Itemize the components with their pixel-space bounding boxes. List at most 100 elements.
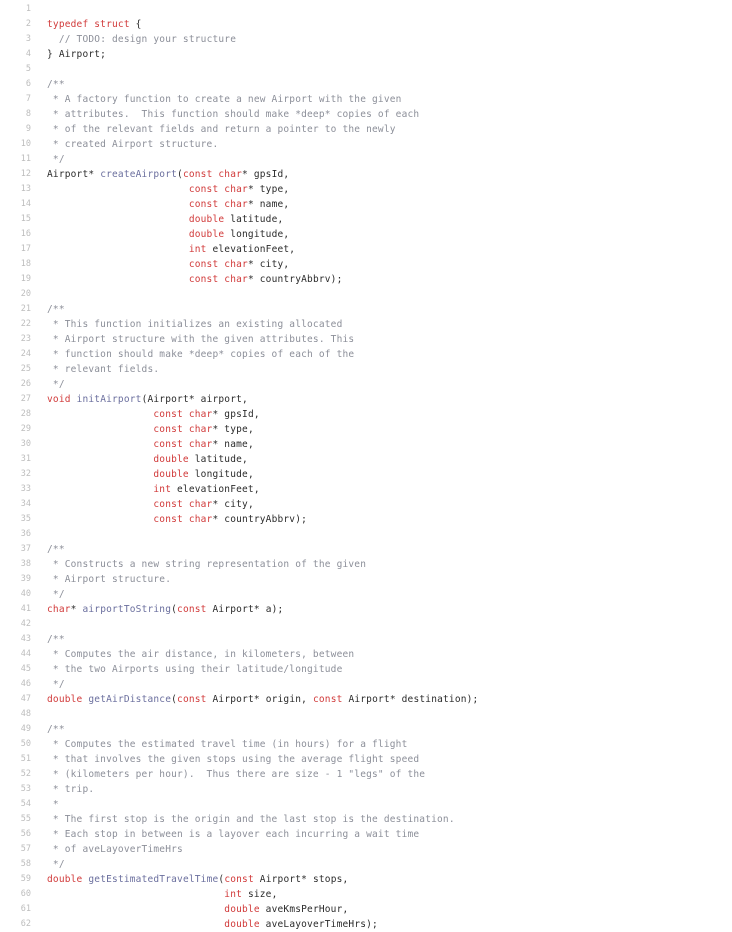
code-line[interactable]: 62 double aveLayoverTimeHrs);: [0, 917, 732, 932]
code-line-content: * Computes the air distance, in kilomete…: [31, 647, 732, 662]
code-line[interactable]: 19 const char* countryAbbrv);: [0, 272, 732, 287]
code-line-content: // TODO: design your structure: [31, 32, 732, 47]
code-line[interactable]: 10 * created Airport structure.: [0, 137, 732, 152]
code-line[interactable]: 47 double getAirDistance(const Airport* o…: [0, 692, 732, 707]
code-line[interactable]: 17 int elevationFeet,: [0, 242, 732, 257]
code-line[interactable]: 21 /**: [0, 302, 732, 317]
code-token-type: int: [153, 484, 172, 495]
code-line[interactable]: 24 * function should make *deep* copies …: [0, 347, 732, 362]
code-viewer[interactable]: 1 2 typedef struct {3 // TODO: design you…: [0, 0, 732, 930]
code-line[interactable]: 12 Airport* createAirport(const char* gps…: [0, 167, 732, 182]
code-token-comment: * Airport structure.: [47, 574, 172, 585]
code-line[interactable]: 4} Airport;: [0, 47, 732, 62]
code-line[interactable]: 5: [0, 62, 732, 77]
line-number: 46: [20, 679, 31, 689]
code-token-type: const: [224, 874, 254, 885]
code-line[interactable]: 23 * Airport structure with the given at…: [0, 332, 732, 347]
line-number: 42: [20, 619, 31, 629]
code-line[interactable]: 35 const char* countryAbbrv);: [0, 512, 732, 527]
code-line[interactable]: 13 const char* type,: [0, 182, 732, 197]
line-number: 33: [20, 484, 31, 494]
code-line[interactable]: 6 /**: [0, 77, 732, 92]
code-line[interactable]: 42: [0, 617, 732, 632]
code-line[interactable]: 20: [0, 287, 732, 302]
code-line[interactable]: 14 const char* name,: [0, 197, 732, 212]
code-line[interactable]: 36: [0, 527, 732, 542]
code-line[interactable]: 18 const char* city,: [0, 257, 732, 272]
code-line-content: * of the relevant fields and return a po…: [31, 122, 732, 137]
code-line[interactable]: 49 /**: [0, 722, 732, 737]
code-line[interactable]: 44 * Computes the air distance, in kilom…: [0, 647, 732, 662]
code-line[interactable]: 48: [0, 707, 732, 722]
code-token-comment: * Computes the air distance, in kilomete…: [47, 649, 355, 660]
code-line[interactable]: 58 */: [0, 857, 732, 872]
code-line[interactable]: 43 /**: [0, 632, 732, 647]
line-number: 43: [20, 634, 31, 644]
code-line-content: } Airport;: [31, 47, 732, 62]
code-token-plain: * gpsId,: [242, 169, 290, 180]
code-line[interactable]: 40 */: [0, 587, 732, 602]
code-line[interactable]: 45 * the two Airports using their latitu…: [0, 662, 732, 677]
code-token-comment: * A factory function to create a new Air…: [47, 94, 402, 105]
line-number: 10: [20, 139, 31, 149]
code-line[interactable]: 8 * attributes. This function should mak…: [0, 107, 732, 122]
code-token-kw: typedef struct: [47, 19, 130, 30]
code-line-content: * attributes. This function should make …: [31, 107, 732, 122]
code-token-plain: * type,: [212, 424, 254, 435]
code-line[interactable]: 27 void initAirport(Airport* airport,: [0, 392, 732, 407]
code-line[interactable]: 32 double longitude,: [0, 467, 732, 482]
code-line[interactable]: 34 const char* city,: [0, 497, 732, 512]
code-line[interactable]: 9 * of the relevant fields and return a …: [0, 122, 732, 137]
code-line[interactable]: 38 * Constructs a new string representat…: [0, 557, 732, 572]
code-line-content: double longitude,: [31, 467, 732, 482]
code-token-type: double: [188, 214, 225, 225]
code-line[interactable]: 22 * This function initializes an existi…: [0, 317, 732, 332]
code-line[interactable]: 29 const char* type,: [0, 422, 732, 437]
code-line[interactable]: 60 int size,: [0, 887, 732, 902]
code-line[interactable]: 56 * Each stop in between is a layover e…: [0, 827, 732, 842]
code-line[interactable]: 15 double latitude,: [0, 212, 732, 227]
code-token-comment: * that involves the given stops using th…: [47, 754, 420, 765]
code-line[interactable]: 57 * of aveLayoverTimeHrs: [0, 842, 732, 857]
code-line-content: * Airport structure with the given attri…: [31, 332, 732, 347]
code-line[interactable]: 41 char* airportToString(const Airport* a…: [0, 602, 732, 617]
code-line[interactable]: 39 * Airport structure.: [0, 572, 732, 587]
code-line[interactable]: 28 const char* gpsId,: [0, 407, 732, 422]
code-line-content: const char* countryAbbrv);: [31, 512, 732, 527]
code-line[interactable]: 11 */: [0, 152, 732, 167]
code-line[interactable]: 26 */: [0, 377, 732, 392]
code-line[interactable]: 16 double longitude,: [0, 227, 732, 242]
code-token-fn: initAirport: [76, 394, 142, 405]
code-line-list: 1 2 typedef struct {3 // TODO: design you…: [0, 2, 732, 932]
code-line[interactable]: 37 /**: [0, 542, 732, 557]
code-line[interactable]: 52 * (kilometers per hour). Thus there a…: [0, 767, 732, 782]
code-line[interactable]: 2 typedef struct {: [0, 17, 732, 32]
code-line[interactable]: 55 * The first stop is the origin and th…: [0, 812, 732, 827]
code-line[interactable]: 33 int elevationFeet,: [0, 482, 732, 497]
code-line-content: * This function initializes an existing …: [31, 317, 732, 332]
code-line[interactable]: 54 *: [0, 797, 732, 812]
code-line[interactable]: 50 * Computes the estimated travel time …: [0, 737, 732, 752]
code-token-type: const char: [153, 514, 213, 525]
code-line[interactable]: 46 */: [0, 677, 732, 692]
code-line[interactable]: 25 * relevant fields.: [0, 362, 732, 377]
code-line[interactable]: 7 * A factory function to create a new A…: [0, 92, 732, 107]
code-line[interactable]: 53 * trip.: [0, 782, 732, 797]
code-line[interactable]: 31 double latitude,: [0, 452, 732, 467]
line-number: 37: [20, 544, 31, 554]
code-line[interactable]: 59 double getEstimatedTravelTime(const Ai…: [0, 872, 732, 887]
code-token-plain: * name,: [212, 439, 254, 450]
code-token-comment: * The first stop is the origin and the l…: [47, 814, 455, 825]
code-line-content: *: [31, 797, 732, 812]
code-line[interactable]: 51 * that involves the given stops using…: [0, 752, 732, 767]
code-token-plain: latitude,: [224, 214, 284, 225]
code-line[interactable]: 30 const char* name,: [0, 437, 732, 452]
code-line[interactable]: 3 // TODO: design your structure: [0, 32, 732, 47]
code-token-punct: {: [129, 19, 142, 30]
code-line[interactable]: 1: [0, 2, 732, 17]
code-line[interactable]: 61 double aveKmsPerHour,: [0, 902, 732, 917]
code-line-content: * (kilometers per hour). Thus there are …: [31, 767, 732, 782]
code-token-comment: /**: [47, 544, 65, 555]
code-token-type: const: [312, 694, 343, 705]
